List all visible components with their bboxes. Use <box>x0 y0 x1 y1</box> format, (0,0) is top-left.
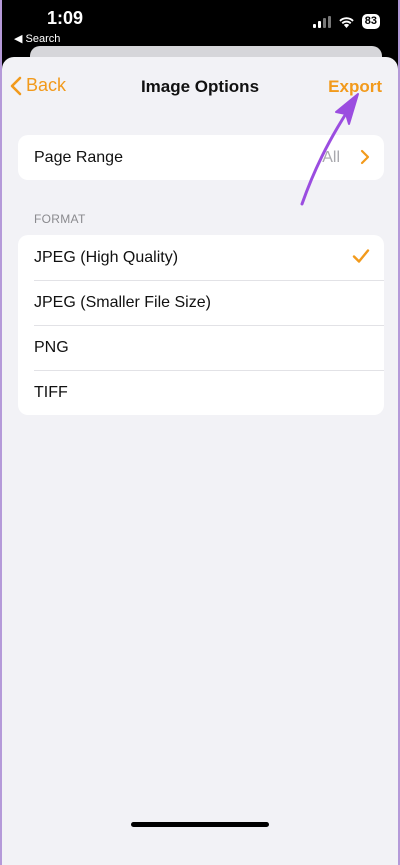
page-range-label: Page Range <box>34 148 123 166</box>
page-range-group: Page Range All <box>18 135 384 180</box>
back-triangle-icon: ◀ <box>14 33 23 45</box>
cellular-signal-icon <box>312 15 331 28</box>
back-app-label: Search <box>25 33 61 45</box>
chevron-right-icon <box>360 149 370 165</box>
format-option-label: PNG <box>34 338 69 356</box>
format-option-label: JPEG (High Quality) <box>34 248 179 266</box>
back-to-app-link[interactable]: ◀ Search <box>14 32 60 45</box>
format-option-jpeg-small[interactable]: JPEG (Smaller File Size) <box>18 280 384 325</box>
status-time: 1:09 <box>47 8 84 28</box>
home-indicator <box>131 822 269 827</box>
format-option-jpeg-high[interactable]: JPEG (High Quality) <box>18 235 384 280</box>
format-section-header: FORMAT <box>34 212 86 226</box>
format-option-label: JPEG (Smaller File Size) <box>34 293 211 311</box>
format-option-png[interactable]: PNG <box>18 325 384 370</box>
phone-screen: 1:09 ◀ Search 83 Back Image Options Expo… <box>2 0 398 865</box>
format-option-tiff[interactable]: TIFF <box>18 370 384 415</box>
page-range-value: All <box>322 148 340 166</box>
checkmark-icon <box>352 249 370 263</box>
image-options-sheet: Back Image Options Export Page Range All… <box>2 57 398 865</box>
format-options-group: JPEG (High Quality) JPEG (Smaller File S… <box>18 235 384 415</box>
format-option-label: TIFF <box>34 383 68 401</box>
status-icons: 83 <box>312 14 380 29</box>
navigation-bar: Back Image Options Export <box>2 57 398 117</box>
export-button[interactable]: Export <box>328 77 382 97</box>
status-bar: 1:09 ◀ Search 83 <box>2 0 398 48</box>
page-range-row[interactable]: Page Range All <box>18 135 384 180</box>
battery-indicator: 83 <box>361 14 380 29</box>
wifi-icon <box>339 16 354 28</box>
